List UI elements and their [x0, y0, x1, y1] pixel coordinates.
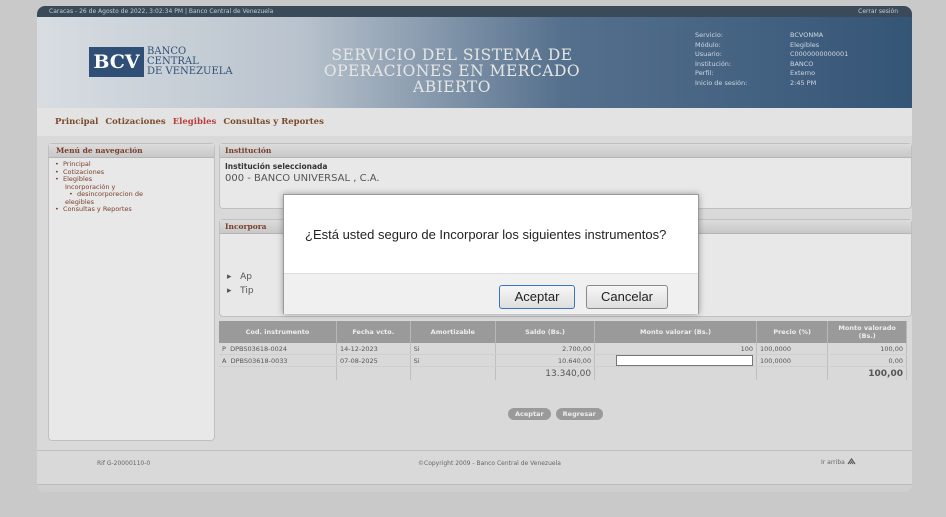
- main-nav: Principal Cotizaciones Elegibles Consult…: [37, 108, 912, 136]
- footer-copyright: ©Copyright 2009 - Banco Central de Venez…: [418, 460, 561, 467]
- top-strip: Caracas - 26 de Agosto de 2022, 3:02:34 …: [37, 6, 912, 17]
- sidebar-item-consultas[interactable]: • Consultas y Reportes: [55, 205, 214, 214]
- confirm-dialog: ¿Está usted seguro de Incorporar los sig…: [283, 194, 699, 314]
- page-accept-button[interactable]: Aceptar: [508, 408, 551, 420]
- instruments-table: Cod. instrumento Fecha vcto. Amortizable…: [219, 321, 907, 380]
- session-info: Servicio: BCVONMA Módulo: Elegibles Usuari…: [695, 31, 849, 87]
- footer-rif: Rif G-20000110-0: [97, 460, 151, 467]
- system-title: SERVICIO DEL SISTEMA DE OPERACIONES EN M…: [323, 46, 581, 96]
- footer: Rif G-20000110-0 ©Copyright 2009 - Banco…: [37, 450, 912, 479]
- total-saldo: 13.340,00: [495, 366, 596, 380]
- dialog-message: ¿Está usted seguro de Incorporar los sig…: [305, 227, 667, 242]
- table-row: A DPBS03618-0033 07-08-2025 Si 10.640,00…: [219, 354, 907, 367]
- header-banner: BCV BANCO CENTRAL DE VENEZUELA SERVICIO …: [37, 17, 912, 108]
- institution-value: 000 - BANCO UNIVERSAL , C.A.: [225, 173, 380, 184]
- bank-name-text: Banco Central de Venezuela: [188, 8, 274, 15]
- dialog-accept-button[interactable]: Aceptar: [499, 285, 575, 309]
- institution-label: Institución seleccionada: [225, 162, 328, 171]
- date-text: Caracas - 26 de Agosto de 2022, 3:02:34 …: [49, 8, 184, 15]
- nav-principal[interactable]: Principal: [55, 117, 98, 127]
- sidebar-title: Menú de navegación: [49, 144, 214, 158]
- up-arrow-icon: [847, 457, 856, 467]
- go-top-link[interactable]: Ir arriba: [821, 457, 856, 467]
- table-row: P DPBS03618-0024 14-12-2023 Si 2.700,00 …: [219, 343, 907, 355]
- nav-cotizaciones[interactable]: Cotizaciones: [105, 117, 165, 127]
- nav-elegibles[interactable]: Elegibles: [173, 117, 217, 127]
- dialog-cancel-button[interactable]: Cancelar: [586, 285, 668, 309]
- nav-consultas[interactable]: Consultas y Reportes: [223, 117, 324, 127]
- logout-link[interactable]: Cerrar sesión: [858, 6, 898, 17]
- total-valorado: 100,00: [827, 366, 907, 380]
- monto-valorar-input[interactable]: [616, 355, 754, 366]
- info-bullet: ▸ Tip: [227, 286, 254, 296]
- info-bullet: ▸ Ap: [227, 272, 252, 282]
- bottom-bar: [37, 484, 912, 492]
- back-button[interactable]: Regresar: [555, 408, 603, 420]
- monto-valorar-value: 100: [594, 343, 758, 355]
- bcv-logo: BCV BANCO CENTRAL DE VENEZUELA: [89, 47, 233, 77]
- logo-mark: BCV: [89, 47, 144, 77]
- sidebar: Menú de navegación • Principal • Cotizacio…: [48, 143, 215, 441]
- totals-row: 13.340,00 100,00: [219, 366, 907, 380]
